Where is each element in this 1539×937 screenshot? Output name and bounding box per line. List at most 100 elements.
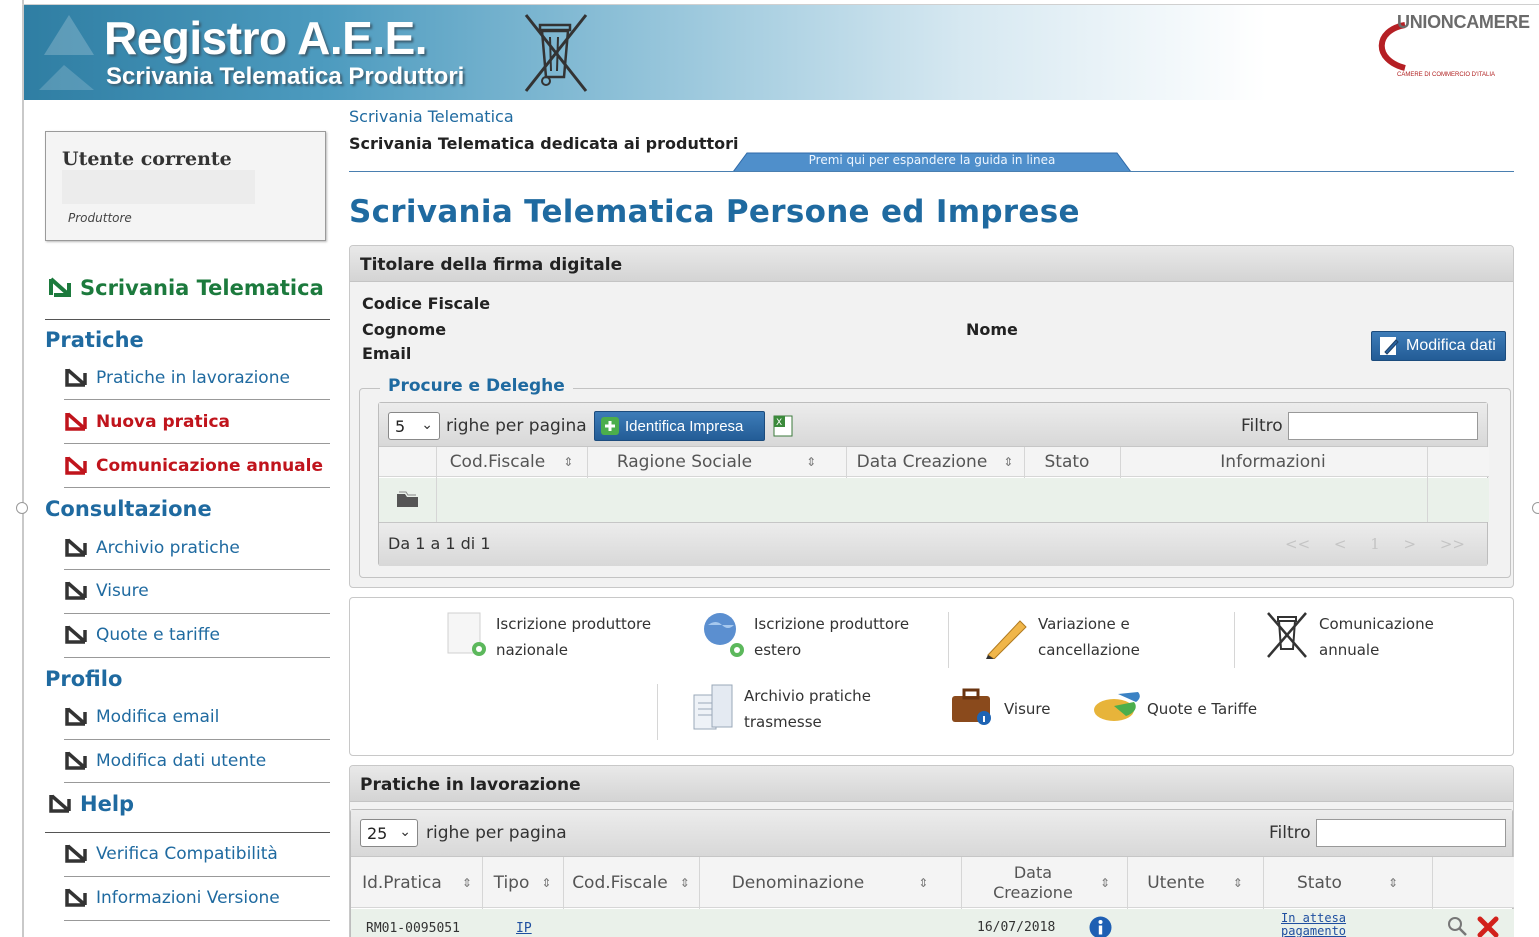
shortcut-line1: Iscrizione produttore <box>496 615 652 633</box>
shortcut-variazione[interactable]: Variazione e cancellazione <box>984 611 1140 663</box>
pager-next-button[interactable]: > <box>1404 535 1417 553</box>
divider <box>64 487 330 488</box>
window-left-border <box>22 0 24 937</box>
svg-text:X: X <box>776 418 782 428</box>
divider <box>657 684 658 740</box>
procure-filter-input[interactable] <box>1288 412 1478 440</box>
sidebar-item-scrivania[interactable]: Scrivania Telematica <box>48 276 324 300</box>
titolare-panel-title: Titolare della firma digitale <box>360 255 623 275</box>
sort-icon: ⇕ <box>679 875 690 890</box>
shortcut-comunicazione-annuale[interactable]: Comunicazione annuale <box>1264 611 1434 663</box>
sidebar-item-help[interactable]: Help <box>48 792 134 816</box>
procure-page-size-select[interactable]: 5 ⌄ <box>388 412 440 440</box>
modifica-dati-button[interactable]: Modifica dati <box>1371 331 1506 361</box>
sidebar-section-consultazione[interactable]: Consultazione <box>45 497 212 521</box>
pager-first-button[interactable]: << <box>1285 535 1310 553</box>
column-label: Stato <box>1044 452 1090 472</box>
arrow-icon <box>65 888 87 907</box>
column-header-cod-fiscale[interactable]: Cod.Fiscale ⇕ <box>565 857 697 908</box>
pratiche-page-size-select[interactable]: 25 ⌄ <box>360 819 418 847</box>
breadcrumb[interactable]: Scrivania Telematica <box>349 107 514 126</box>
shortcut-visure[interactable]: Visure <box>950 688 1051 726</box>
sort-icon: ⇕ <box>563 455 574 469</box>
sort-icon: ⇕ <box>918 875 929 890</box>
cell-stato-link[interactable]: In attesa pagamento <box>1281 912 1373 937</box>
shortcut-iscrizione-estero[interactable]: Iscrizione produttore estero <box>700 611 909 663</box>
cognome-label: Cognome <box>362 320 447 339</box>
shortcut-line1: Archivio pratiche <box>744 687 871 705</box>
shortcut-line1: Comunicazione <box>1319 615 1434 633</box>
info-icon[interactable] <box>1089 916 1112 937</box>
resize-handle-right[interactable] <box>1532 502 1539 514</box>
excel-export-icon[interactable]: X <box>772 414 796 438</box>
archive-icon <box>693 684 733 730</box>
guide-expand-tab[interactable]: Premi qui per espandere la guida in line… <box>733 152 1131 172</box>
filter-label: Filtro <box>1241 416 1283 436</box>
procure-grid-row[interactable] <box>379 478 1489 522</box>
page-title: Scrivania Telematica Persone ed Imprese <box>349 194 1080 230</box>
page-subtitle: Scrivania Telematica dedicata ai produtt… <box>349 134 739 153</box>
shortcut-archivio-pratiche[interactable]: Archivio pratiche trasmesse <box>692 683 871 735</box>
sidebar-item-pratiche-in-lavorazione[interactable]: Pratiche in lavorazione <box>64 367 290 389</box>
header-banner: Registro A.E.E. Scrivania Telematica Pro… <box>24 5 1539 100</box>
column-header-data-creazione[interactable]: Data Creazione ⇕ <box>849 447 1021 477</box>
crossed-bin-icon <box>1267 612 1307 658</box>
guide-tab-label: Premi qui per espandere la guida in line… <box>808 153 1056 167</box>
sidebar-item-informazioni-versione[interactable]: Informazioni Versione <box>64 887 280 909</box>
filter-label: Filtro <box>1269 823 1311 843</box>
sidebar-section-pratiche[interactable]: Pratiche <box>45 328 144 352</box>
procure-legend: Procure e Deleghe <box>380 376 573 396</box>
pratiche-panel-title: Pratiche in lavorazione <box>360 775 581 795</box>
sidebar-section-profilo[interactable]: Profilo <box>45 667 122 691</box>
sidebar-item-nuova-pratica[interactable]: Nuova pratica <box>64 411 230 433</box>
column-header-cod-fiscale[interactable]: Cod.Fiscale ⇕ <box>439 447 584 477</box>
pager-page-button[interactable]: 1 <box>1370 535 1380 553</box>
sidebar-item-modifica-dati-utente[interactable]: Modifica dati utente <box>64 750 266 772</box>
sidebar-item-comunicazione-annuale[interactable]: Comunicazione annuale <box>64 455 323 477</box>
shortcut-line2: nazionale <box>496 641 569 659</box>
current-user-box: Utente corrente Produttore <box>45 131 326 241</box>
header-divider <box>349 171 1514 172</box>
brand-name: UNIONCAMERE <box>1397 12 1530 32</box>
delete-icon[interactable] <box>1477 916 1499 937</box>
column-label: Data Creazione <box>856 452 988 472</box>
globe-add-icon <box>704 613 744 657</box>
sort-icon: ⇕ <box>461 875 472 890</box>
resize-handle-left[interactable] <box>16 502 28 514</box>
arrow-icon <box>65 751 87 770</box>
pagination-summary: Da 1 a 1 di 1 <box>388 534 491 553</box>
sidebar-item-verifica-compatibilita[interactable]: Verifica Compatibilità <box>64 843 278 865</box>
sidebar-item-modifica-email[interactable]: Modifica email <box>64 706 219 728</box>
sidebar-item-archivio-pratiche[interactable]: Archivio pratiche <box>64 537 240 559</box>
shortcut-iscrizione-nazionale[interactable]: Iscrizione produttore nazionale <box>446 611 651 663</box>
pager-prev-button[interactable]: < <box>1334 535 1347 553</box>
sidebar-item-quote-e-tariffe[interactable]: Quote e tariffe <box>64 624 220 646</box>
sidebar-item-label: Quote e tariffe <box>96 625 220 645</box>
shortcut-quote-tariffe[interactable]: Quote e Tariffe <box>1092 688 1257 724</box>
sidebar-item-label: Modifica dati utente <box>96 751 267 771</box>
pager-last-button[interactable]: >> <box>1440 535 1465 553</box>
pratiche-filter-input[interactable] <box>1316 819 1506 847</box>
column-header-tipo[interactable]: Tipo ⇕ <box>484 857 561 908</box>
column-label: Id.Pratica <box>362 872 442 893</box>
folder-icon[interactable] <box>396 490 420 508</box>
page-size-value: 5 <box>395 416 406 436</box>
column-header-stato[interactable]: Stato <box>1027 447 1107 477</box>
column-header-stato[interactable]: Stato ⇕ <box>1265 857 1430 908</box>
column-header-denominazione[interactable]: Denominazione ⇕ <box>701 857 959 908</box>
sidebar-item-label: Modifica email <box>96 707 220 727</box>
divider <box>64 876 330 877</box>
sidebar-item-label: Nuova pratica <box>96 412 231 432</box>
column-header-data-creazione[interactable]: Data Creazione ⇕ <box>963 857 1125 908</box>
arrow-icon <box>49 794 71 813</box>
divider <box>64 920 330 921</box>
column-header-utente[interactable]: Utente ⇕ <box>1129 857 1261 908</box>
sidebar-item-visure[interactable]: Visure <box>64 580 149 602</box>
column-header-ragione-sociale[interactable]: Ragione Sociale ⇕ <box>589 447 844 477</box>
cell-tipo-link[interactable]: IP <box>516 921 532 936</box>
shortcuts-panel: Iscrizione produttore nazionale Iscrizion… <box>349 597 1514 756</box>
search-icon[interactable] <box>1447 916 1467 936</box>
column-header-id-pratica[interactable]: Id.Pratica ⇕ <box>353 857 481 908</box>
cell-data-creazione: 16/07/2018 <box>977 920 1056 935</box>
identifica-impresa-button[interactable]: Identifica Impresa <box>594 411 765 441</box>
